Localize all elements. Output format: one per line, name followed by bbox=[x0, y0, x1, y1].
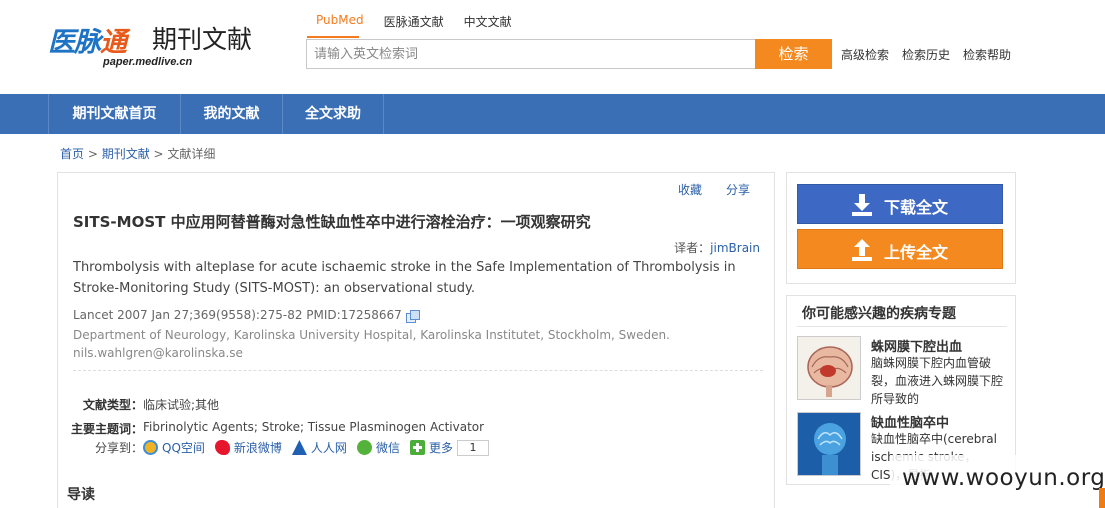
share-qzone-label: QQ空间 bbox=[162, 441, 205, 455]
search-links: 高级检索 检索历史 检索帮助 bbox=[841, 46, 1011, 63]
share-more[interactable]: 更多 bbox=[409, 439, 453, 456]
site-logo[interactable]: 医脉通 期刊文献 paper.medlive.cn bbox=[48, 18, 263, 70]
topic-name[interactable]: 蛛网膜下腔出血 bbox=[871, 336, 962, 355]
share-weibo-label: 新浪微博 bbox=[233, 441, 282, 455]
logo-mark-main: 医脉 bbox=[48, 27, 101, 57]
breadcrumb-home[interactable]: 首页 bbox=[60, 147, 84, 161]
mesh-topics-row: 主要主题词： Fibrinolytic Agents; Stroke; Tiss… bbox=[58, 420, 484, 437]
logo-title: 期刊文献 bbox=[152, 25, 253, 54]
share-label: 分享到： bbox=[94, 441, 143, 455]
share-renren-label: 人人网 bbox=[310, 441, 347, 455]
author-email: nils.wahlgren@karolinska.se bbox=[73, 346, 243, 360]
translator-label: 译者： bbox=[674, 241, 711, 255]
wechat-icon bbox=[356, 440, 372, 455]
affiliation-block: Department of Neurology, Karolinska Univ… bbox=[73, 326, 670, 362]
share-link[interactable]: 分享 bbox=[726, 181, 750, 198]
topic-desc: 脑蛛网膜下腔内血管破裂，血液进入蛛网膜下腔所导致的 bbox=[871, 356, 1004, 406]
citation: Lancet 2007 Jan 27;369(9558):275-82 PMID… bbox=[73, 308, 420, 323]
upload-fulltext-button[interactable]: 上传全文 bbox=[797, 229, 1003, 269]
share-wechat[interactable]: 微信 bbox=[356, 439, 400, 456]
breadcrumb-sep: > bbox=[84, 147, 102, 161]
divider bbox=[73, 370, 763, 371]
active-tab-indicator bbox=[307, 36, 359, 38]
affiliation: Department of Neurology, Karolinska Univ… bbox=[73, 328, 670, 342]
article-actions: 收藏 分享 bbox=[678, 181, 750, 198]
site-header: 医脉通 期刊文献 paper.medlive.cn PubMed 医脉通文献 中… bbox=[0, 0, 1105, 94]
topic-item[interactable]: 蛛网膜下腔出血 脑蛛网膜下腔内血管破裂，血液进入蛛网膜下腔所导致的 bbox=[797, 336, 1012, 406]
citation-text: Lancet 2007 Jan 27;369(9558):275-82 PMID… bbox=[73, 308, 402, 322]
share-qzone[interactable]: QQ空间 bbox=[143, 439, 205, 456]
upload-fulltext-label: 上传全文 bbox=[884, 243, 949, 262]
weibo-icon bbox=[214, 440, 230, 455]
brain-hemorrhage-thumbnail[interactable] bbox=[797, 336, 861, 400]
search-help-link[interactable]: 检索帮助 bbox=[963, 46, 1011, 63]
breadcrumb: 首页 > 期刊文献 > 文献详细 bbox=[60, 145, 215, 162]
upload-icon bbox=[852, 239, 872, 261]
watermark: www.wooyun.org bbox=[890, 455, 1105, 505]
article-title-en: Thrombolysis with alteplase for acute is… bbox=[73, 260, 736, 296]
doc-type-row: 文献类型： 临床试验;其他 bbox=[58, 396, 219, 413]
plus-icon bbox=[409, 440, 425, 455]
logo-url: paper.medlive.cn bbox=[103, 56, 193, 68]
breadcrumb-sep: > bbox=[149, 147, 168, 161]
logo-mark-accent: 通 bbox=[100, 27, 127, 57]
favorite-link[interactable]: 收藏 bbox=[678, 181, 702, 198]
search-button[interactable]: 检索 bbox=[755, 39, 832, 69]
share-weibo[interactable]: 新浪微博 bbox=[214, 439, 282, 456]
nav-item-my-documents[interactable]: 我的文献 bbox=[180, 94, 282, 134]
topic-name[interactable]: 缺血性脑卒中 bbox=[871, 412, 949, 431]
main-nav: 期刊文献首页 我的文献 全文求助 bbox=[0, 94, 1105, 134]
tab-pubmed[interactable]: PubMed bbox=[316, 13, 364, 31]
divider bbox=[797, 326, 1007, 327]
mesh-topics-value: Fibrinolytic Agents; Stroke; Tissue Plas… bbox=[143, 420, 485, 434]
tab-chinese-docs[interactable]: 中文文献 bbox=[464, 13, 512, 31]
search-box bbox=[306, 39, 756, 69]
share-wechat-label: 微信 bbox=[375, 441, 400, 455]
article-panel: 收藏 分享 SITS-MOST 中应用阿替普酶对急性缺血性卒中进行溶栓治疗：一项… bbox=[57, 172, 775, 508]
share-row: 分享到： QQ空间 新浪微博 人人网 微信 更多 1 bbox=[58, 439, 489, 456]
logo-mark: 医脉通 bbox=[48, 20, 127, 57]
article-title-cn: SITS-MOST 中应用阿替普酶对急性缺血性卒中进行溶栓治疗：一项观察研究 bbox=[73, 213, 591, 231]
copy-icon[interactable] bbox=[405, 309, 420, 323]
breadcrumb-current: 文献详细 bbox=[167, 147, 216, 161]
download-fulltext-button[interactable]: 下载全文 bbox=[797, 184, 1003, 224]
advanced-search-link[interactable]: 高级检索 bbox=[841, 46, 889, 63]
nav-item-fulltext-request[interactable]: 全文求助 bbox=[282, 94, 384, 134]
doc-type-value: 临床试验;其他 bbox=[143, 398, 220, 412]
qzone-icon bbox=[143, 440, 158, 455]
guide-heading: 导读 bbox=[67, 487, 95, 503]
watermark-text: www.wooyun.org bbox=[902, 465, 1105, 491]
download-fulltext-label: 下载全文 bbox=[884, 198, 949, 217]
fulltext-panel: 下载全文 上传全文 bbox=[786, 172, 1016, 284]
breadcrumb-journals[interactable]: 期刊文献 bbox=[102, 147, 150, 161]
mesh-topics-label: 主要主题词： bbox=[70, 422, 143, 436]
search-input[interactable] bbox=[307, 40, 755, 68]
renren-icon bbox=[291, 440, 307, 455]
download-icon bbox=[852, 194, 872, 216]
search-history-link[interactable]: 检索历史 bbox=[902, 46, 950, 63]
translator-name-link[interactable]: jimBrain bbox=[710, 241, 760, 255]
search-tabs: PubMed 医脉通文献 中文文献 bbox=[316, 13, 512, 31]
watermark-accent bbox=[1099, 488, 1105, 508]
topics-title: 你可能感兴趣的疾病专题 bbox=[802, 306, 956, 322]
share-renren[interactable]: 人人网 bbox=[291, 439, 347, 456]
share-count: 1 bbox=[456, 439, 489, 456]
translator: 译者：jimBrain bbox=[674, 239, 760, 256]
doc-type-label: 文献类型： bbox=[82, 398, 143, 412]
share-more-label: 更多 bbox=[428, 441, 453, 455]
tab-medlive-docs[interactable]: 医脉通文献 bbox=[384, 13, 444, 31]
ischemic-stroke-thumbnail[interactable] bbox=[797, 412, 861, 476]
nav-item-journals-home[interactable]: 期刊文献首页 bbox=[48, 94, 180, 134]
